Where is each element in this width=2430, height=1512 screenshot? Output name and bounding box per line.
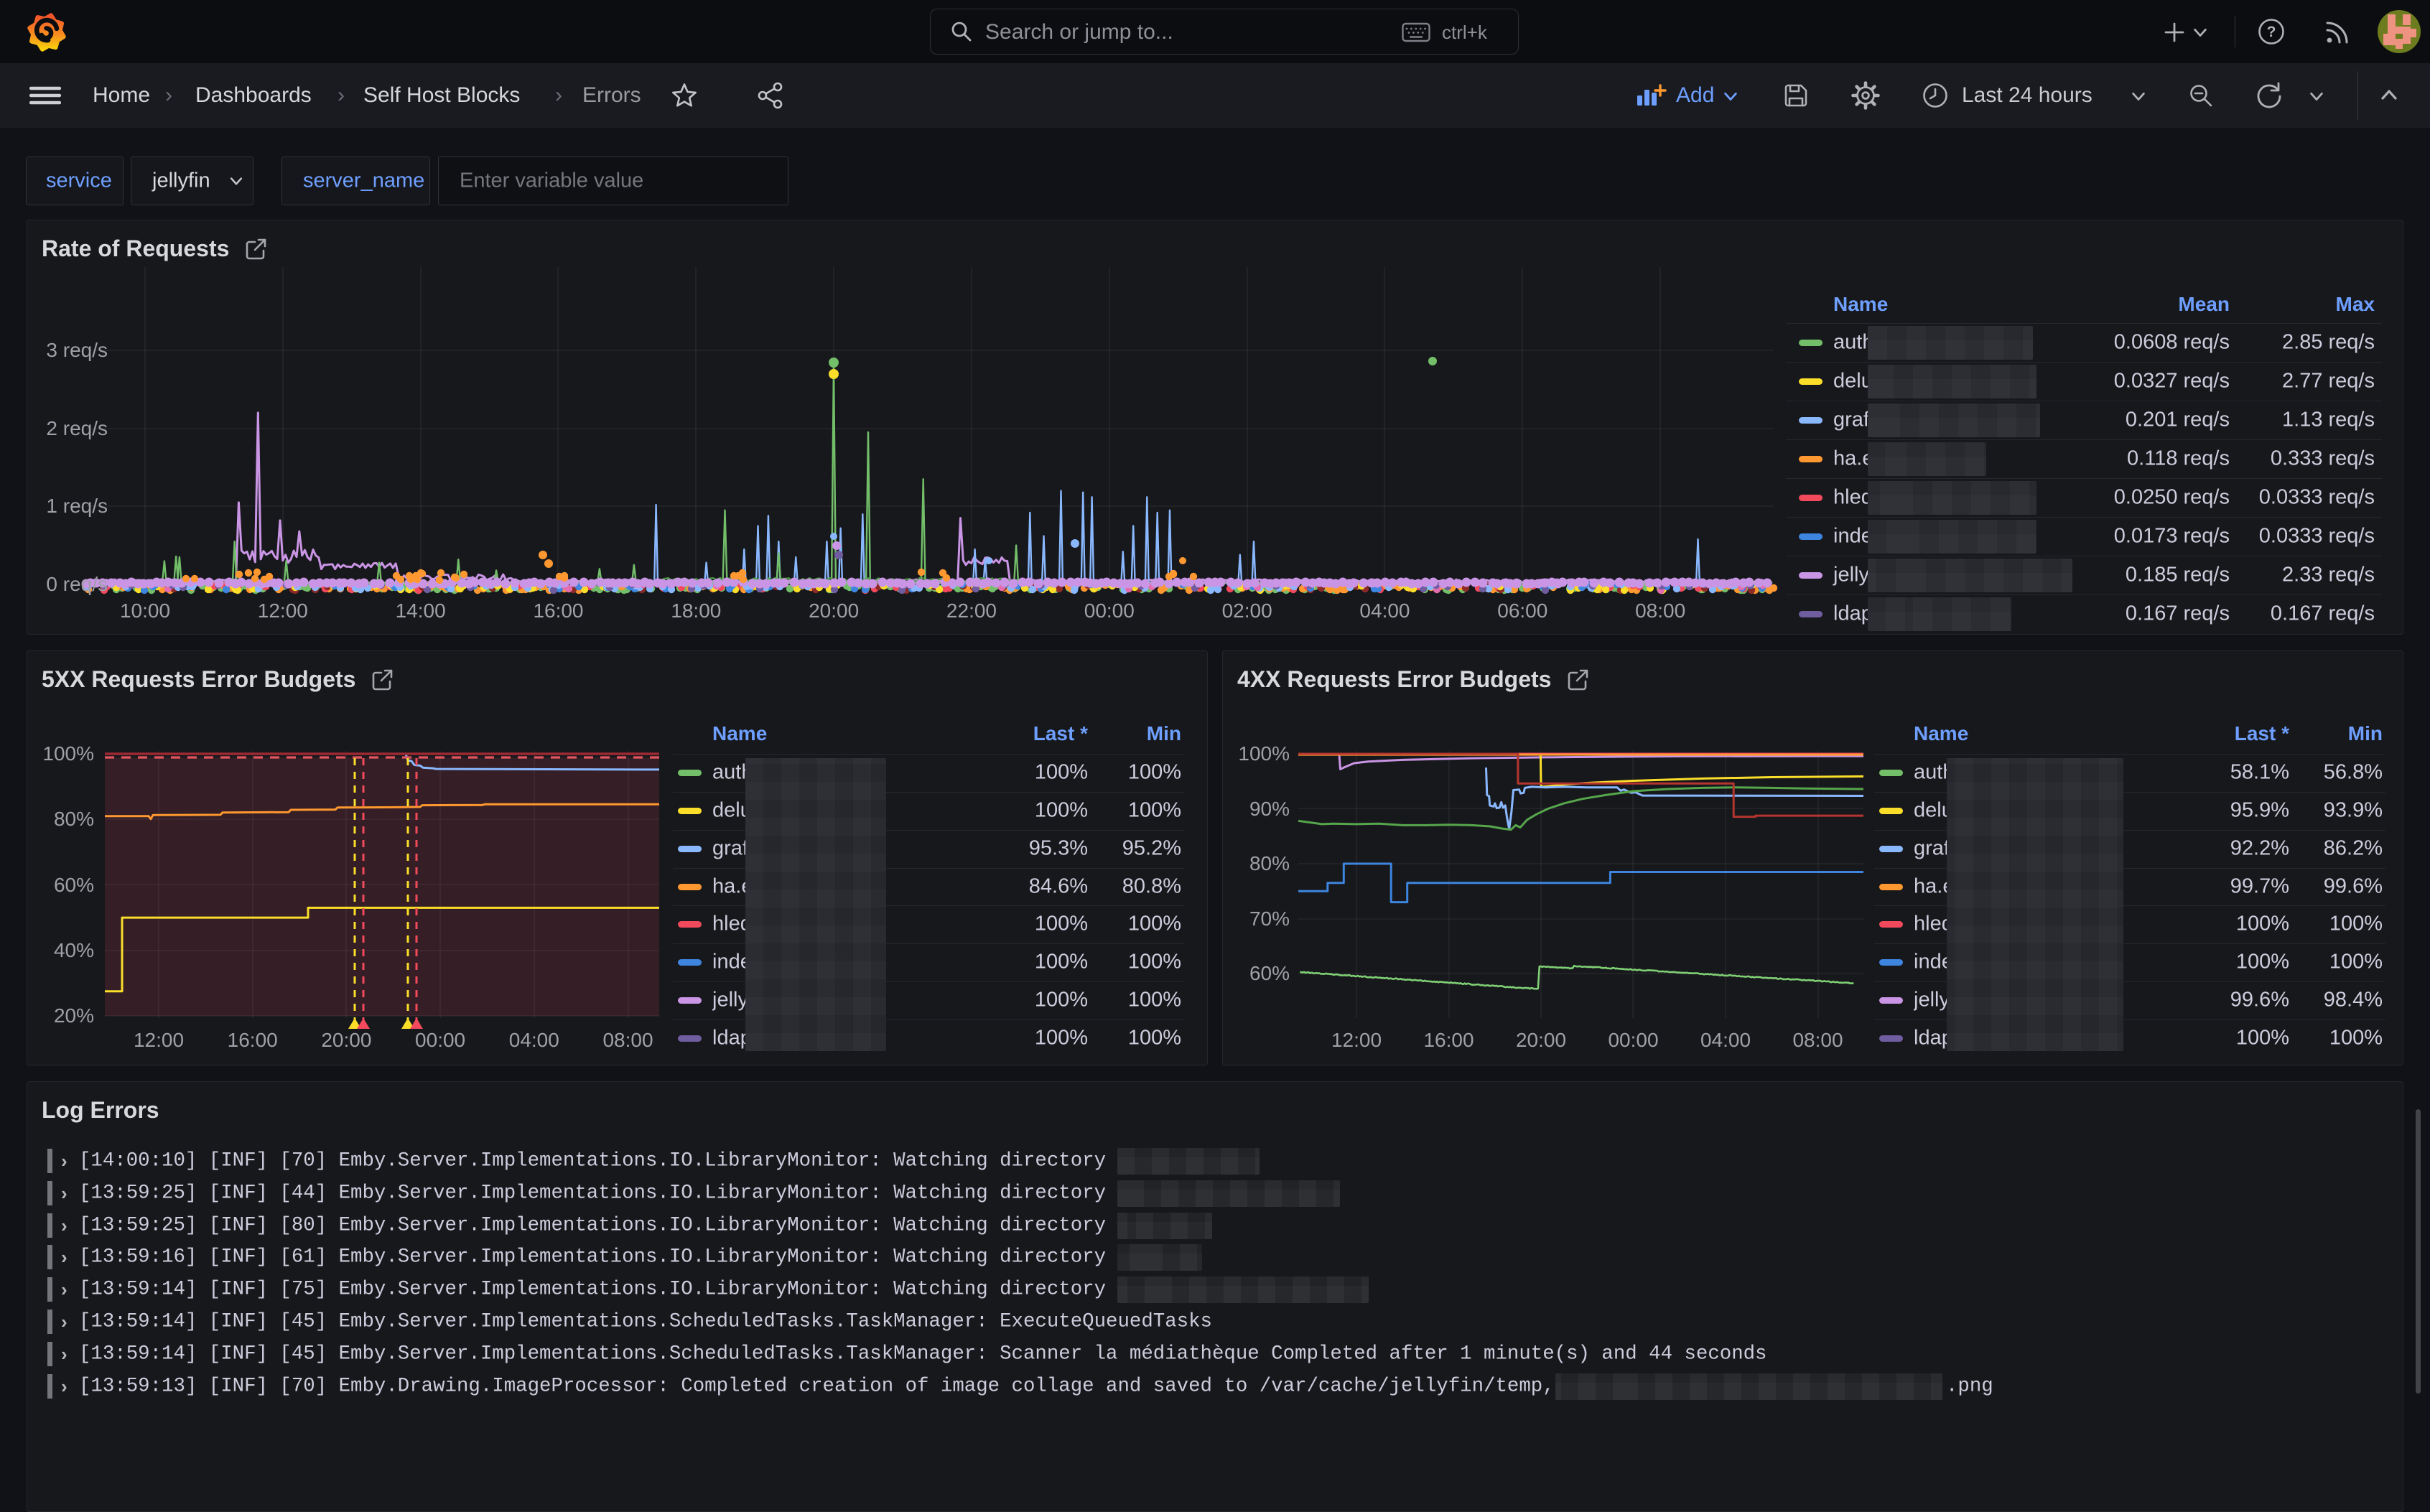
svg-text:?: ? <box>2267 24 2276 40</box>
